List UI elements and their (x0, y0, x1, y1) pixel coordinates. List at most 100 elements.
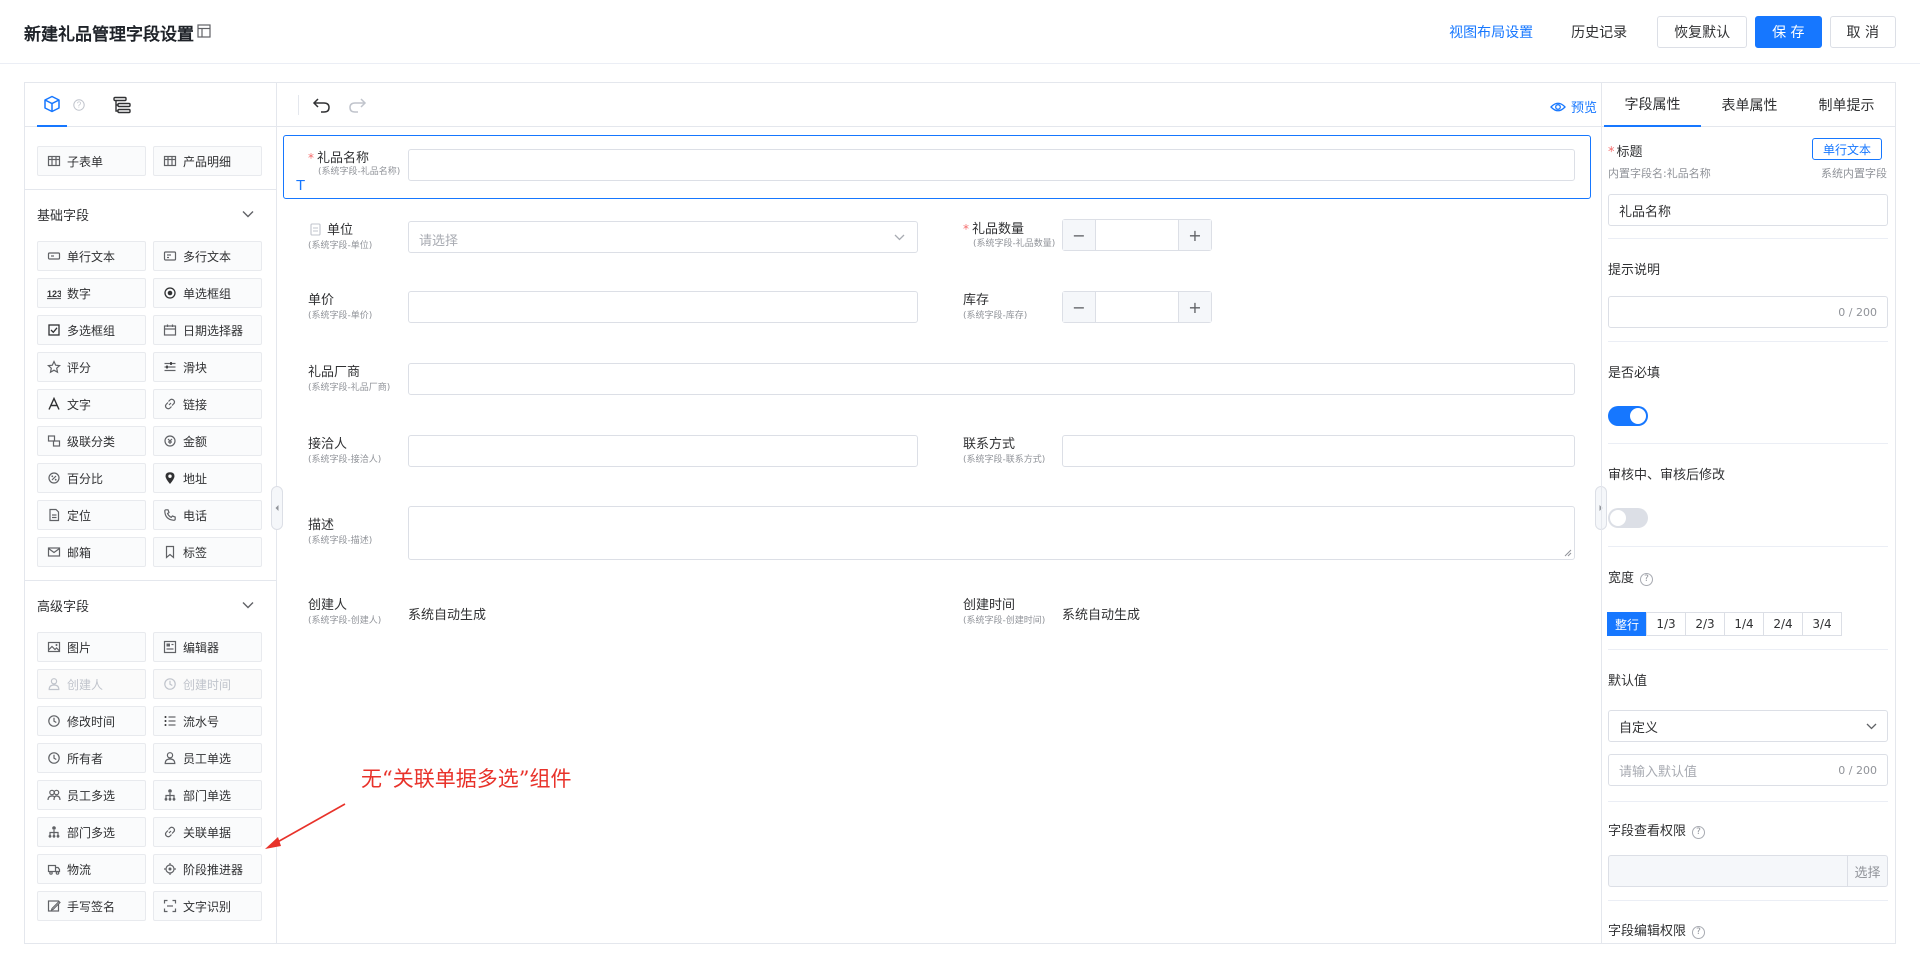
width-option[interactable]: 3/4 (1802, 612, 1842, 636)
basic-component-item[interactable]: 滑块 (153, 352, 262, 382)
help-icon[interactable]: ? (71, 83, 87, 127)
basic-component-item[interactable]: 金额 (153, 426, 262, 456)
view-perm-field[interactable]: 选择 (1608, 855, 1888, 887)
width-option[interactable]: 2/3 (1685, 612, 1725, 636)
advanced-component-item[interactable]: 关联单据 (153, 817, 262, 847)
basic-component-item[interactable]: 评分 (37, 352, 146, 382)
default-value-input[interactable]: 请输入默认值 0 / 200 (1608, 754, 1888, 786)
advanced-component-item[interactable]: 员工多选 (37, 780, 146, 810)
radio-icon (163, 286, 183, 300)
basic-component-item[interactable]: 多行文本 (153, 241, 262, 271)
help-icon[interactable]: ? (1692, 925, 1706, 939)
decrement-button[interactable]: − (1063, 292, 1095, 322)
basic-fields-header[interactable]: 基础字段 (25, 190, 276, 238)
default-value-label: 默认值 (1608, 674, 1648, 689)
width-option[interactable]: 1/3 (1646, 612, 1686, 636)
review-modify-switch[interactable] (1608, 508, 1648, 528)
component-label: 邮箱 (67, 545, 92, 560)
component-label: 电话 (183, 508, 208, 523)
history-link[interactable]: 历史记录 (1571, 22, 1627, 42)
advanced-fields-header[interactable]: 高级字段 (25, 581, 276, 629)
vendor-input[interactable] (408, 363, 1575, 395)
gift-qty-input[interactable] (1095, 220, 1179, 250)
table-component-item[interactable]: 产品明细 (153, 146, 262, 176)
advanced-component-item[interactable]: 阶段推进器 (153, 854, 262, 884)
width-option[interactable]: 2/4 (1763, 612, 1803, 636)
advanced-component-item[interactable]: 部门多选 (37, 817, 146, 847)
table-component-item[interactable]: 子表单 (37, 146, 146, 176)
decrement-button[interactable]: − (1063, 220, 1095, 250)
cube-icon (43, 95, 61, 113)
basic-component-item[interactable]: 地址 (153, 463, 262, 493)
tab-form-tips[interactable]: 制单提示 (1798, 83, 1895, 127)
tab-field-props[interactable]: 字段属性 (1604, 83, 1701, 127)
basic-component-item[interactable]: 链接 (153, 389, 262, 419)
basic-component-item[interactable]: 123 数字 (37, 278, 146, 308)
contact-input[interactable] (1062, 435, 1575, 467)
tab-form-props[interactable]: 表单属性 (1701, 83, 1798, 127)
undo-icon[interactable] (312, 96, 332, 114)
basic-component-item[interactable]: 日期选择器 (153, 315, 262, 345)
default-mode-select[interactable]: 自定义 (1608, 710, 1888, 742)
layout-icon[interactable] (197, 24, 211, 38)
file-icon (47, 508, 67, 522)
gift-qty-label: * 礼品数量 (963, 222, 1025, 237)
stock-stepper[interactable]: − + (1062, 291, 1212, 323)
help-icon[interactable]: ? (1640, 572, 1654, 586)
advanced-component-item[interactable]: 手写签名 (37, 891, 146, 921)
basic-component-item[interactable]: 单选框组 (153, 278, 262, 308)
advanced-component-item[interactable]: 编辑器 (153, 632, 262, 662)
basic-component-item[interactable]: 文字 (37, 389, 146, 419)
desc-textarea[interactable] (408, 506, 1575, 560)
component-label: 创建人 (67, 677, 104, 692)
advanced-component-item[interactable]: 修改时间 (37, 706, 146, 736)
advanced-component-item[interactable]: 部门单选 (153, 780, 262, 810)
default-value-placeholder: 请输入默认值 (1619, 764, 1698, 780)
basic-component-item[interactable]: 多选框组 (37, 315, 146, 345)
collapse-left-handle[interactable] (271, 486, 283, 530)
unit-select-placeholder: 请选择 (419, 234, 459, 249)
component-label: 文字 (67, 397, 92, 412)
basic-component-item[interactable]: 标签 (153, 537, 262, 567)
component-label: 多选框组 (67, 323, 116, 338)
cancel-button[interactable]: 取 消 (1829, 16, 1896, 48)
required-switch[interactable] (1608, 406, 1648, 426)
advanced-component-item: 创建时间 (153, 669, 262, 699)
restore-default-button[interactable]: 恢复默认 (1657, 16, 1748, 48)
redo-icon[interactable] (347, 96, 367, 114)
increment-button[interactable]: + (1179, 220, 1211, 250)
contact-person-input[interactable] (408, 435, 918, 467)
width-option[interactable]: 1/4 (1724, 612, 1764, 636)
unit-select[interactable]: 请选择 (408, 221, 918, 253)
advanced-component-item[interactable]: 员工单选 (153, 743, 262, 773)
increment-button[interactable]: + (1179, 292, 1211, 322)
advanced-component-item[interactable]: 所有者 (37, 743, 146, 773)
advanced-component-item[interactable]: 图片 (37, 632, 146, 662)
hint-input[interactable]: 0 / 200 (1608, 296, 1888, 328)
gift-name-input[interactable] (408, 149, 1575, 181)
save-button[interactable]: 保 存 (1755, 16, 1822, 48)
basic-component-item[interactable]: 定位 (37, 500, 146, 530)
title-input[interactable]: 礼品名称 (1608, 194, 1888, 226)
tab-components[interactable] (37, 83, 67, 127)
basic-component-item[interactable]: 单行文本 (37, 241, 146, 271)
advanced-component-item[interactable]: 流水号 (153, 706, 262, 736)
help-icon[interactable]: ? (1692, 825, 1706, 839)
resize-handle-icon[interactable] (1564, 549, 1572, 557)
view-perm-choose-button[interactable]: 选择 (1847, 856, 1887, 886)
basic-component-item[interactable]: 邮箱 (37, 537, 146, 567)
price-input[interactable] (408, 291, 918, 323)
advanced-component-item[interactable]: 文字识别 (153, 891, 262, 921)
basic-component-item[interactable]: 百分比 (37, 463, 146, 493)
view-layout-link[interactable]: 视图布局设置 (1449, 22, 1533, 42)
basic-component-item[interactable]: 电话 (153, 500, 262, 530)
preview-button[interactable]: 预览 (1550, 97, 1597, 116)
component-label: 单选框组 (183, 286, 232, 301)
width-option[interactable]: 整行 (1607, 612, 1647, 636)
advanced-components: 图片 编辑器创建人 创建时间 修改时间 流水号 所有者 员工单选 员工多选 部门单选 部门多选 关联… (25, 632, 276, 921)
basic-component-item[interactable]: 级联分类 (37, 426, 146, 456)
stock-input[interactable] (1095, 292, 1179, 322)
tab-outline[interactable] (107, 83, 137, 127)
advanced-component-item[interactable]: 物流 (37, 854, 146, 884)
gift-qty-stepper[interactable]: − + (1062, 219, 1212, 251)
